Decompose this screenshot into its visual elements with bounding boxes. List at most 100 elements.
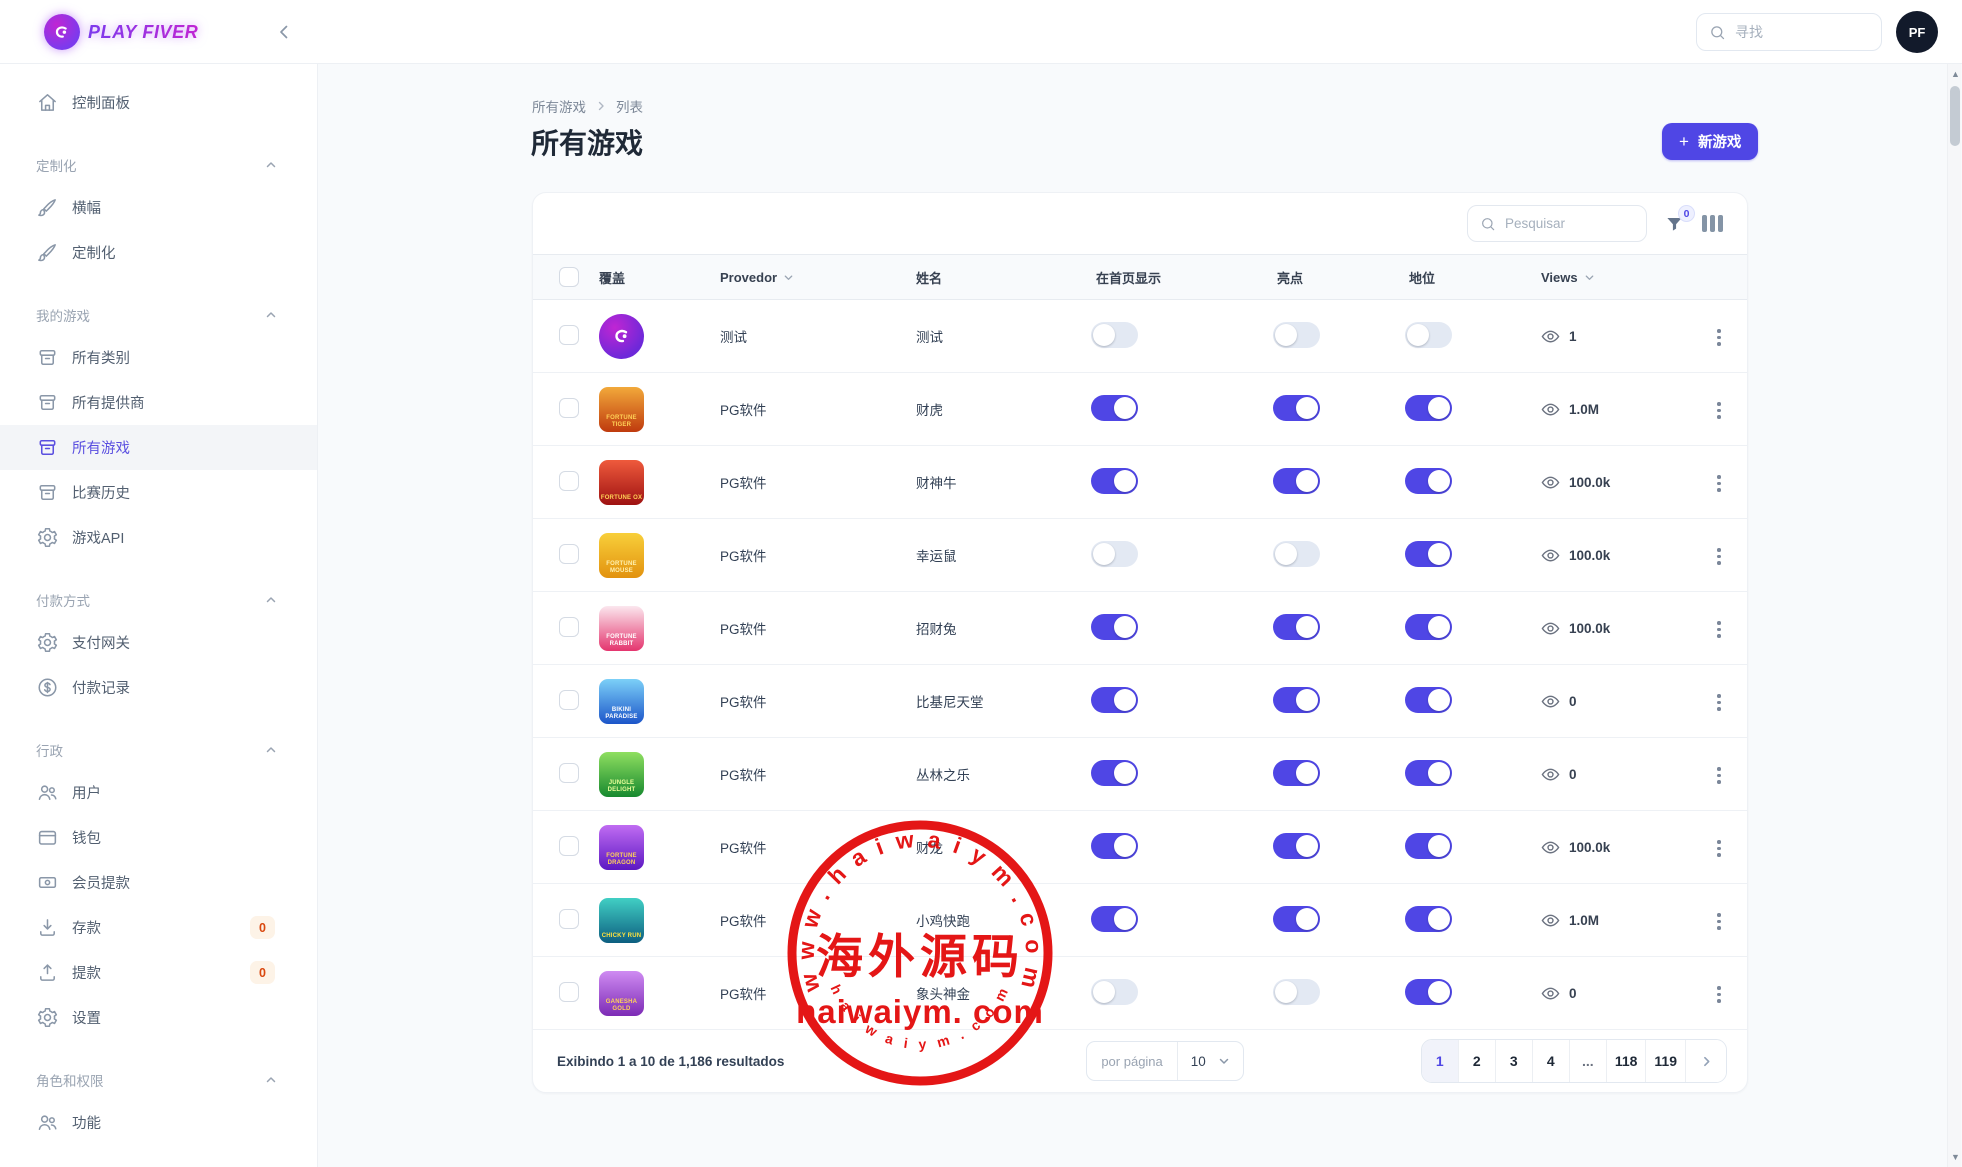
row-checkbox[interactable] (559, 909, 579, 929)
sidebar-collapse-icon[interactable] (272, 20, 296, 44)
row-checkbox[interactable] (559, 617, 579, 637)
page-button[interactable]: 1 (1422, 1040, 1459, 1082)
home-display-toggle[interactable] (1091, 687, 1138, 713)
sidebar-section-title[interactable]: 定制化 (0, 155, 317, 175)
status-toggle[interactable] (1405, 760, 1452, 786)
status-toggle[interactable] (1405, 322, 1452, 348)
home-display-toggle[interactable] (1091, 614, 1138, 640)
row-actions-menu[interactable] (1711, 907, 1727, 936)
status-toggle[interactable] (1405, 541, 1452, 567)
global-search[interactable] (1696, 13, 1882, 51)
status-toggle[interactable] (1405, 833, 1452, 859)
home-display-toggle[interactable] (1091, 833, 1138, 859)
avatar[interactable]: PF (1896, 11, 1938, 53)
sidebar-item[interactable]: 付款记录 (0, 665, 317, 710)
row-actions-menu[interactable] (1711, 761, 1727, 790)
row-actions-menu[interactable] (1711, 469, 1727, 498)
sidebar-item[interactable]: 横幅 (0, 185, 317, 230)
status-toggle[interactable] (1405, 906, 1452, 932)
row-actions-menu[interactable] (1711, 688, 1727, 717)
sidebar-item[interactable]: 控制面板 (0, 80, 317, 125)
sidebar-item[interactable]: 存款0 (0, 905, 317, 950)
home-display-toggle[interactable] (1091, 395, 1138, 421)
header-provider[interactable]: Provedor (720, 270, 916, 285)
sidebar-scrollbar[interactable]: ▲ ▼ (1947, 64, 1961, 1167)
row-checkbox[interactable] (559, 544, 579, 564)
per-page-value[interactable]: 10 (1178, 1042, 1243, 1080)
row-checkbox[interactable] (559, 836, 579, 856)
home-display-toggle[interactable] (1091, 541, 1138, 567)
highlight-toggle[interactable] (1273, 979, 1320, 1005)
row-actions-menu[interactable] (1711, 396, 1727, 425)
highlight-toggle[interactable] (1273, 468, 1320, 494)
sidebar-item[interactable]: 用户 (0, 770, 317, 815)
next-page-button[interactable] (1686, 1040, 1726, 1082)
scroll-up-icon[interactable]: ▲ (1951, 70, 1959, 78)
row-actions-menu[interactable] (1711, 980, 1727, 1009)
row-actions-menu[interactable] (1711, 615, 1727, 644)
filter-icon[interactable]: 0 (1665, 214, 1684, 233)
highlight-toggle[interactable] (1273, 395, 1320, 421)
highlight-toggle[interactable] (1273, 906, 1320, 932)
sidebar-item[interactable]: 会员提款 (0, 860, 317, 905)
sidebar-item[interactable]: 提款0 (0, 950, 317, 995)
home-display-toggle[interactable] (1091, 322, 1138, 348)
status-toggle[interactable] (1405, 979, 1452, 1005)
select-all-checkbox[interactable] (559, 267, 579, 287)
sidebar-section-title[interactable]: 行政 (0, 740, 317, 760)
row-checkbox[interactable] (559, 398, 579, 418)
status-toggle[interactable] (1405, 468, 1452, 494)
sidebar-section-title[interactable]: 我的游戏 (0, 305, 317, 325)
highlight-toggle[interactable] (1273, 541, 1320, 567)
table-search-input[interactable] (1505, 216, 1625, 231)
status-toggle[interactable] (1405, 614, 1452, 640)
table-search[interactable] (1467, 205, 1647, 242)
sidebar-item[interactable]: 支付网关 (0, 620, 317, 665)
header-views[interactable]: Views (1541, 270, 1711, 285)
page-button[interactable]: 118 (1607, 1040, 1647, 1082)
global-search-input[interactable] (1735, 24, 1855, 40)
scroll-down-icon[interactable]: ▼ (1951, 1153, 1959, 1161)
home-display-toggle[interactable] (1091, 979, 1138, 1005)
row-checkbox[interactable] (559, 982, 579, 1002)
per-page-select[interactable]: por página 10 (1086, 1041, 1243, 1081)
row-checkbox[interactable] (559, 471, 579, 491)
home-display-toggle[interactable] (1091, 906, 1138, 932)
app-logo[interactable]: PLAY FIVER (44, 14, 198, 50)
row-checkbox[interactable] (559, 690, 579, 710)
row-checkbox[interactable] (559, 763, 579, 783)
row-checkbox[interactable] (559, 325, 579, 345)
breadcrumb-parent[interactable]: 所有游戏 (532, 96, 586, 116)
row-actions-menu[interactable] (1711, 542, 1727, 571)
page-button[interactable]: 2 (1459, 1040, 1496, 1082)
sidebar-item[interactable]: 功能 (0, 1100, 317, 1145)
home-display-toggle[interactable] (1091, 760, 1138, 786)
sidebar-item[interactable]: 设置 (0, 995, 317, 1040)
page-button[interactable]: 119 (1646, 1040, 1686, 1082)
sidebar-item[interactable]: 游戏API (0, 515, 317, 560)
highlight-toggle[interactable] (1273, 833, 1320, 859)
sidebar-item[interactable]: 所有提供商 (0, 380, 317, 425)
page-button[interactable]: 3 (1496, 1040, 1533, 1082)
page-button[interactable]: 4 (1533, 1040, 1570, 1082)
sidebar-item[interactable]: 所有游戏 (0, 425, 317, 470)
highlight-toggle[interactable] (1273, 614, 1320, 640)
home-display-toggle[interactable] (1091, 468, 1138, 494)
sidebar-section-title[interactable]: 角色和权限 (0, 1070, 317, 1090)
status-toggle[interactable] (1405, 395, 1452, 421)
sidebar-item[interactable]: 定制化 (0, 230, 317, 275)
sidebar-section-title[interactable]: 付款方式 (0, 590, 317, 610)
new-game-button[interactable]: + 新游戏 (1662, 123, 1758, 160)
status-toggle[interactable] (1405, 687, 1452, 713)
scrollbar-thumb[interactable] (1950, 86, 1960, 146)
sidebar-item[interactable]: 钱包 (0, 815, 317, 860)
row-actions-menu[interactable] (1711, 323, 1727, 352)
sidebar-item[interactable]: 所有类别 (0, 335, 317, 380)
sidebar-item[interactable]: 比赛历史 (0, 470, 317, 515)
columns-icon[interactable] (1702, 215, 1723, 232)
highlight-toggle[interactable] (1273, 322, 1320, 348)
row-actions-menu[interactable] (1711, 834, 1727, 863)
chevron-down-icon (783, 272, 794, 283)
highlight-toggle[interactable] (1273, 760, 1320, 786)
highlight-toggle[interactable] (1273, 687, 1320, 713)
